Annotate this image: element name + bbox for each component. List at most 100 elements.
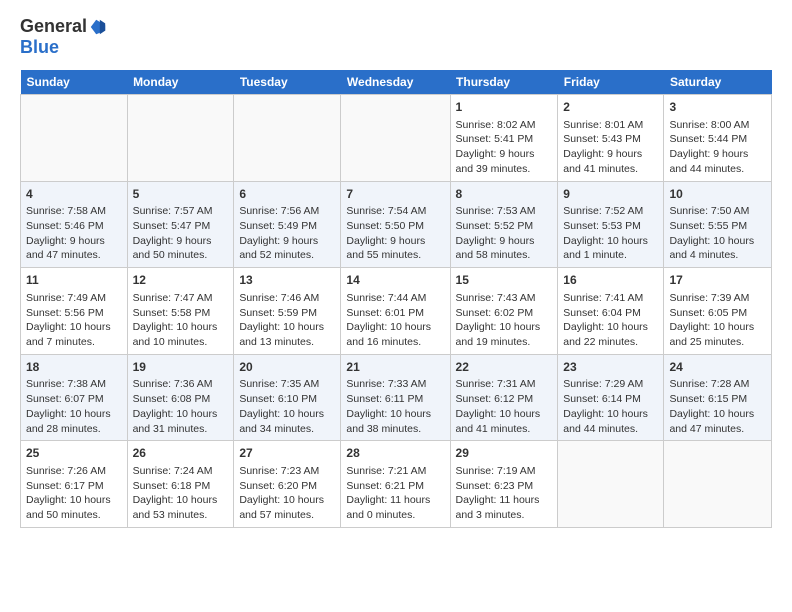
sunset-text: Sunset: 6:23 PM bbox=[456, 479, 553, 494]
sunset-text: Sunset: 6:14 PM bbox=[563, 392, 658, 407]
sunrise-text: Sunrise: 7:28 AM bbox=[669, 377, 766, 392]
sunset-text: Sunset: 5:52 PM bbox=[456, 219, 553, 234]
day-header-saturday: Saturday bbox=[664, 70, 772, 95]
sunrise-text: Sunrise: 7:38 AM bbox=[26, 377, 122, 392]
calendar-cell: 2Sunrise: 8:01 AMSunset: 5:43 PMDaylight… bbox=[558, 95, 664, 182]
calendar-cell: 24Sunrise: 7:28 AMSunset: 6:15 PMDayligh… bbox=[664, 354, 772, 441]
daylight-text: Daylight: 9 hours and 39 minutes. bbox=[456, 147, 553, 176]
calendar-cell: 10Sunrise: 7:50 AMSunset: 5:55 PMDayligh… bbox=[664, 181, 772, 268]
calendar-cell: 13Sunrise: 7:46 AMSunset: 5:59 PMDayligh… bbox=[234, 268, 341, 355]
daylight-text: Daylight: 10 hours and 4 minutes. bbox=[669, 234, 766, 263]
logo-blue-text: Blue bbox=[20, 37, 59, 58]
day-header-thursday: Thursday bbox=[450, 70, 558, 95]
sunset-text: Sunset: 5:43 PM bbox=[563, 132, 658, 147]
day-number: 12 bbox=[133, 272, 229, 289]
sunrise-text: Sunrise: 8:00 AM bbox=[669, 118, 766, 133]
calendar-cell bbox=[341, 95, 450, 182]
daylight-text: Daylight: 10 hours and 47 minutes. bbox=[669, 407, 766, 436]
calendar-cell: 9Sunrise: 7:52 AMSunset: 5:53 PMDaylight… bbox=[558, 181, 664, 268]
sunset-text: Sunset: 6:04 PM bbox=[563, 306, 658, 321]
sunset-text: Sunset: 6:17 PM bbox=[26, 479, 122, 494]
daylight-text: Daylight: 10 hours and 31 minutes. bbox=[133, 407, 229, 436]
sunset-text: Sunset: 6:08 PM bbox=[133, 392, 229, 407]
logo: General Blue bbox=[20, 16, 107, 58]
calendar-cell bbox=[127, 95, 234, 182]
day-number: 8 bbox=[456, 186, 553, 203]
day-number: 4 bbox=[26, 186, 122, 203]
calendar-cell: 17Sunrise: 7:39 AMSunset: 6:05 PMDayligh… bbox=[664, 268, 772, 355]
sunset-text: Sunset: 6:12 PM bbox=[456, 392, 553, 407]
week-row-3: 11Sunrise: 7:49 AMSunset: 5:56 PMDayligh… bbox=[21, 268, 772, 355]
daylight-text: Daylight: 10 hours and 50 minutes. bbox=[26, 493, 122, 522]
calendar-cell: 1Sunrise: 8:02 AMSunset: 5:41 PMDaylight… bbox=[450, 95, 558, 182]
sunset-text: Sunset: 5:50 PM bbox=[346, 219, 444, 234]
header-row: SundayMondayTuesdayWednesdayThursdayFrid… bbox=[21, 70, 772, 95]
daylight-text: Daylight: 10 hours and 19 minutes. bbox=[456, 320, 553, 349]
day-header-friday: Friday bbox=[558, 70, 664, 95]
day-header-tuesday: Tuesday bbox=[234, 70, 341, 95]
calendar-cell: 18Sunrise: 7:38 AMSunset: 6:07 PMDayligh… bbox=[21, 354, 128, 441]
daylight-text: Daylight: 9 hours and 58 minutes. bbox=[456, 234, 553, 263]
calendar-cell: 28Sunrise: 7:21 AMSunset: 6:21 PMDayligh… bbox=[341, 441, 450, 528]
calendar-cell: 7Sunrise: 7:54 AMSunset: 5:50 PMDaylight… bbox=[341, 181, 450, 268]
daylight-text: Daylight: 11 hours and 3 minutes. bbox=[456, 493, 553, 522]
day-number: 18 bbox=[26, 359, 122, 376]
daylight-text: Daylight: 10 hours and 25 minutes. bbox=[669, 320, 766, 349]
daylight-text: Daylight: 10 hours and 57 minutes. bbox=[239, 493, 335, 522]
sunset-text: Sunset: 6:02 PM bbox=[456, 306, 553, 321]
week-row-1: 1Sunrise: 8:02 AMSunset: 5:41 PMDaylight… bbox=[21, 95, 772, 182]
day-number: 14 bbox=[346, 272, 444, 289]
sunrise-text: Sunrise: 7:26 AM bbox=[26, 464, 122, 479]
day-number: 26 bbox=[133, 445, 229, 462]
daylight-text: Daylight: 10 hours and 22 minutes. bbox=[563, 320, 658, 349]
sunrise-text: Sunrise: 7:39 AM bbox=[669, 291, 766, 306]
sunrise-text: Sunrise: 7:52 AM bbox=[563, 204, 658, 219]
day-number: 1 bbox=[456, 99, 553, 116]
day-number: 16 bbox=[563, 272, 658, 289]
calendar-cell: 5Sunrise: 7:57 AMSunset: 5:47 PMDaylight… bbox=[127, 181, 234, 268]
sunrise-text: Sunrise: 7:44 AM bbox=[346, 291, 444, 306]
daylight-text: Daylight: 10 hours and 7 minutes. bbox=[26, 320, 122, 349]
day-number: 23 bbox=[563, 359, 658, 376]
daylight-text: Daylight: 9 hours and 47 minutes. bbox=[26, 234, 122, 263]
sunset-text: Sunset: 5:44 PM bbox=[669, 132, 766, 147]
calendar-cell: 16 Sunrise: 7:41 AMSunset: 6:04 PMDayligh… bbox=[558, 268, 664, 355]
sunrise-text: Sunrise: 7:31 AM bbox=[456, 377, 553, 392]
calendar-cell: 23Sunrise: 7:29 AMSunset: 6:14 PMDayligh… bbox=[558, 354, 664, 441]
sunrise-text: Sunrise: 7:33 AM bbox=[346, 377, 444, 392]
sunrise-text: Sunrise: 7:46 AM bbox=[239, 291, 335, 306]
sunrise-text: Sunrise: 7:53 AM bbox=[456, 204, 553, 219]
day-number: 22 bbox=[456, 359, 553, 376]
logo-general-text: General bbox=[20, 16, 87, 37]
daylight-text: Daylight: 9 hours and 50 minutes. bbox=[133, 234, 229, 263]
calendar-cell: 19Sunrise: 7:36 AMSunset: 6:08 PMDayligh… bbox=[127, 354, 234, 441]
day-number: 3 bbox=[669, 99, 766, 116]
daylight-text: Daylight: 9 hours and 41 minutes. bbox=[563, 147, 658, 176]
sunrise-text: Sunrise: 7:35 AM bbox=[239, 377, 335, 392]
sunrise-text: Sunrise: 7:49 AM bbox=[26, 291, 122, 306]
day-number: 5 bbox=[133, 186, 229, 203]
daylight-text: Daylight: 10 hours and 28 minutes. bbox=[26, 407, 122, 436]
week-row-2: 4Sunrise: 7:58 AMSunset: 5:46 PMDaylight… bbox=[21, 181, 772, 268]
calendar-cell: 8Sunrise: 7:53 AMSunset: 5:52 PMDaylight… bbox=[450, 181, 558, 268]
daylight-text: Daylight: 10 hours and 34 minutes. bbox=[239, 407, 335, 436]
calendar-cell: 26Sunrise: 7:24 AMSunset: 6:18 PMDayligh… bbox=[127, 441, 234, 528]
calendar-cell: 12Sunrise: 7:47 AMSunset: 5:58 PMDayligh… bbox=[127, 268, 234, 355]
sunset-text: Sunset: 5:58 PM bbox=[133, 306, 229, 321]
calendar-cell: 29Sunrise: 7:19 AMSunset: 6:23 PMDayligh… bbox=[450, 441, 558, 528]
calendar-cell: 14Sunrise: 7:44 AMSunset: 6:01 PMDayligh… bbox=[341, 268, 450, 355]
sunrise-text: Sunrise: 7:23 AM bbox=[239, 464, 335, 479]
sunset-text: Sunset: 5:41 PM bbox=[456, 132, 553, 147]
day-number: 10 bbox=[669, 186, 766, 203]
week-row-5: 25Sunrise: 7:26 AMSunset: 6:17 PMDayligh… bbox=[21, 441, 772, 528]
day-number: 27 bbox=[239, 445, 335, 462]
calendar-cell bbox=[558, 441, 664, 528]
day-number: 17 bbox=[669, 272, 766, 289]
daylight-text: Daylight: 10 hours and 13 minutes. bbox=[239, 320, 335, 349]
daylight-text: Daylight: 10 hours and 10 minutes. bbox=[133, 320, 229, 349]
sunrise-text: Sunrise: 7:41 AM bbox=[563, 291, 658, 306]
sunrise-text: Sunrise: 7:56 AM bbox=[239, 204, 335, 219]
day-number: 25 bbox=[26, 445, 122, 462]
calendar-cell: 27Sunrise: 7:23 AMSunset: 6:20 PMDayligh… bbox=[234, 441, 341, 528]
daylight-text: Daylight: 10 hours and 16 minutes. bbox=[346, 320, 444, 349]
